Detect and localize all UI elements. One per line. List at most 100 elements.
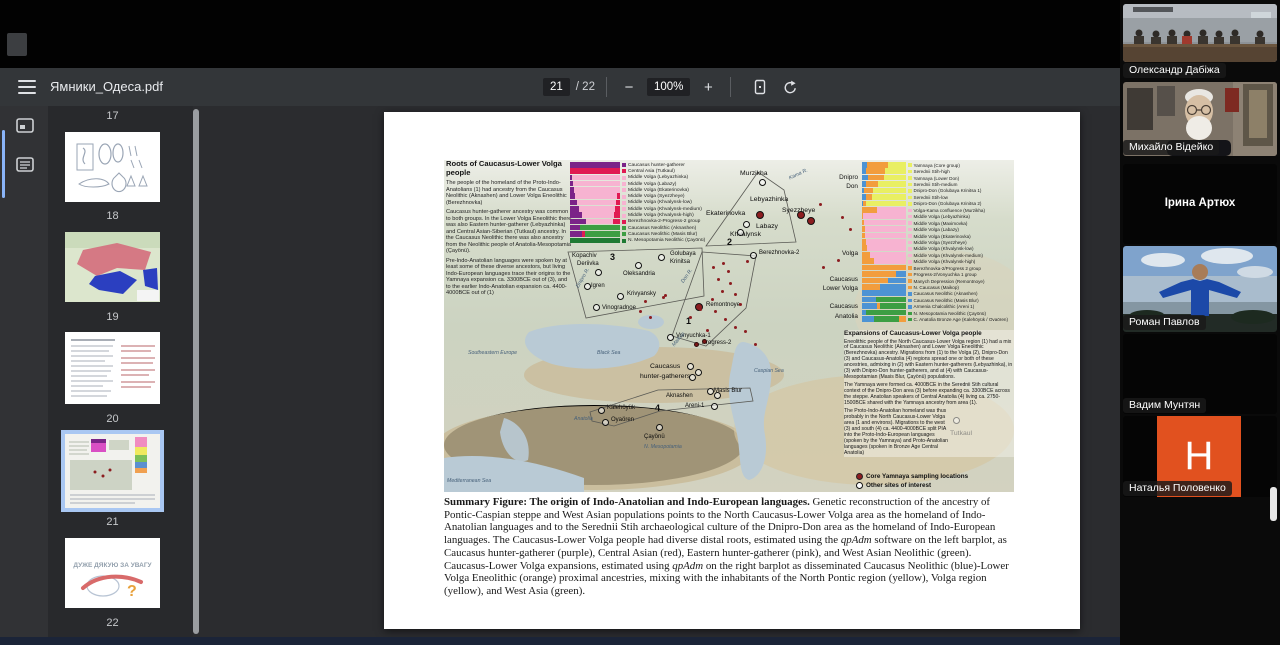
map-label: Aknashen [666,393,693,399]
bar-row [862,194,906,200]
map-label: Lebyazhinka [750,196,788,203]
red-dot-marker [712,266,715,269]
bar-row [862,252,906,258]
roots-para: The people of the homeland of the Proto-… [446,180,572,206]
red-dot-marker [744,330,747,333]
map-label: N. Mesopotamia [644,444,682,450]
red-dot-marker [664,294,667,297]
map-label: Golubaya [670,251,696,257]
red-dot-marker [721,290,724,293]
bar-row [862,297,906,303]
map-label: Caspian Sea [754,368,784,374]
expansions-para: The Proto-Indo-Anatolian homeland was th… [844,409,952,456]
toolbar-divider [730,77,731,97]
thumbnail-panel: 17 18 [48,106,193,637]
other-site-marker-icon [856,482,863,489]
other-site-marker [584,283,591,290]
caption-qpadm: qpAdm [841,534,872,546]
map-label: Vinogradnoe [602,305,636,311]
taskbar-edge [0,637,1120,645]
other-site-marker [667,334,674,341]
fit-page-icon[interactable] [748,75,772,99]
red-dot-marker [644,300,647,303]
participant-name: Олександр Дабіжа [1123,63,1226,78]
summary-figure: Roots of Caucasus-Lower Volga people The… [444,160,1014,492]
legend-row: Middle Volga (Khvalynsk-high) [622,212,705,218]
map-label: 2 [727,237,732,247]
bar-row [862,181,906,187]
screen: Ямники_Одеса.pdf 21 / 22 − 100% + [0,0,1280,645]
red-dot-marker [849,228,852,231]
rail-selected-indicator [2,130,5,198]
participants-panel: Олександр Дабіжа Михайло Відейко Ір [1120,0,1280,645]
bar-row [862,290,906,296]
legend-row: Berezhnovka-2-Progress-2 group [622,219,705,225]
rotate-icon[interactable] [778,75,802,99]
map-label: Berezhnovka-2 [759,250,799,256]
thumbnail-page-18[interactable] [65,132,160,202]
red-dot-marker [722,262,725,265]
thumb-22-text: ДУЖЕ ДЯКУЮ ЗА УВАГУ [65,562,160,569]
thumbnail-page-20[interactable] [65,332,160,404]
red-dot-marker [837,259,840,262]
group-label: Don [846,183,858,190]
map-label: Southeastern Europe [468,350,517,356]
bar-row [862,188,906,194]
map-key-label: Core Yamnaya sampling locations [866,473,968,480]
map-label: Kalehöyük [607,405,635,411]
other-site-marker [658,254,665,261]
thumb-page-number: 22 [48,617,177,629]
outline-view-icon[interactable] [16,157,34,173]
map-label: Krinitsa [670,259,690,265]
figure-caption: Summary Figure: The origin of Indo-Anato… [444,496,1014,598]
other-site-marker [595,269,602,276]
map-label: Anatolia [574,416,593,422]
thumbnail-page-19[interactable] [65,232,160,302]
caption-qpadm: qpAdm [672,560,703,572]
thumbnail-page-21-selected[interactable] [65,434,160,508]
legend-row: Middle Volga (Khvalynsk-medium) [622,206,705,212]
bar-row [862,207,906,213]
red-dot-marker [734,326,737,329]
core-sampling-marker [807,217,815,225]
bar-row [862,258,906,264]
thumbnail-scrollbar[interactable] [193,109,199,634]
other-site-marker [750,252,757,259]
core-sampling-marker [702,339,707,344]
map-label: Oyaören [611,417,634,423]
bar-row [570,238,620,244]
expansions-title: Expansions of Caucasus-Lower Volga peopl… [844,330,1014,337]
map-label: Ekaterinovka [706,210,745,217]
red-dot-marker [639,310,642,313]
participants-scrollbar[interactable] [1270,487,1277,521]
other-site-marker [656,424,663,431]
other-site-marker [707,388,714,395]
participant-video-oleksandr[interactable] [1123,4,1277,62]
map-label: Murzikha [740,170,768,177]
zoom-level[interactable]: 100% [647,78,690,96]
pdf-viewer-canvas[interactable]: Roots of Caucasus-Lower Volga people The… [200,106,1120,637]
menu-icon[interactable] [18,80,36,94]
red-dot-marker [689,316,692,319]
map-label: Krivyansky [627,291,656,297]
red-dot-marker [717,278,720,281]
thumbnails-view-icon[interactable] [16,118,34,134]
thumbnail-page-22[interactable]: ? ДУЖЕ ДЯКУЮ ЗА УВАГУ [65,538,160,608]
thumb-page-number: 17 [48,110,177,122]
map-label: Oleksandria [623,271,655,277]
pdf-toolbar: Ямники_Одеса.pdf 21 / 22 − 100% + [0,68,1120,106]
map-label: Khvalynsk [730,231,761,238]
bar-row [570,212,620,218]
other-site-marker [743,221,750,228]
map-label: Çayönü [644,434,665,440]
caption-lead: Summary Figure: The origin of Indo-Anato… [444,496,810,508]
page-number-input[interactable]: 21 [543,78,570,96]
red-dot-marker [746,260,749,263]
red-dot-marker [729,282,732,285]
minimized-window-thumb[interactable] [7,33,27,56]
expansions-panel: Expansions of Caucasus-Lower Volga peopl… [844,330,1014,457]
zoom-out-button[interactable]: − [618,79,640,96]
map-label: hunter-gatherers [640,373,690,380]
expansions-para: Eneolithic people of the North Caucasus-… [844,340,1014,381]
zoom-in-button[interactable]: + [697,79,719,96]
